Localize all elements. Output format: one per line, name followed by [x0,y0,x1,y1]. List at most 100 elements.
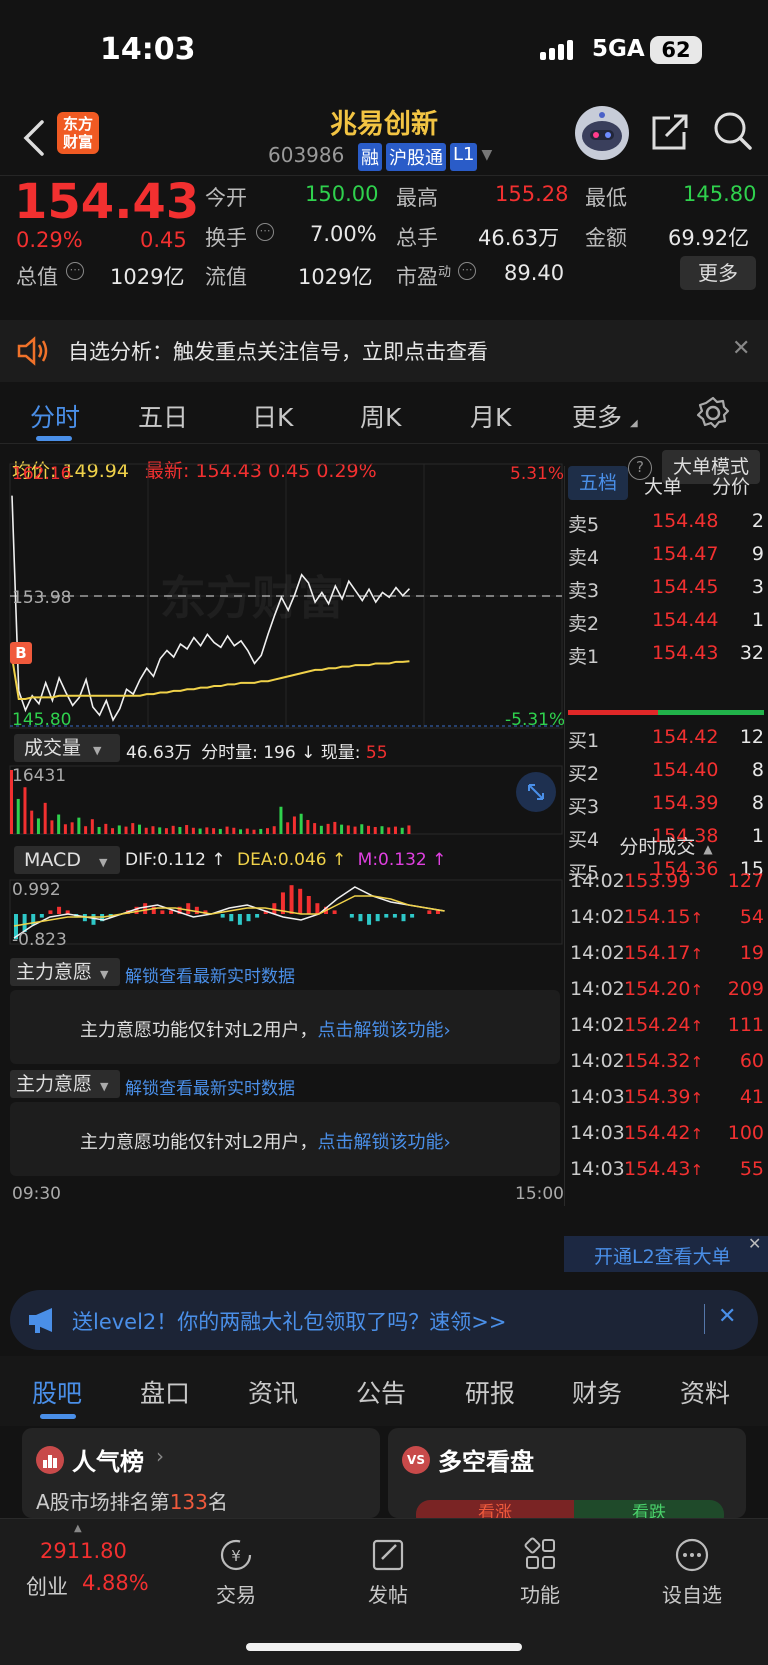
index-name[interactable]: 创业 [26,1571,68,1601]
tab-forum[interactable]: 股吧 [32,1374,82,1410]
trade-row: 14:02 154.20↑ 209 [568,972,764,1008]
trade-price-value: 154.24 [624,1014,691,1036]
trade-time: 14:02 [570,870,625,892]
ask-row[interactable]: 卖1 154.43 32 [568,638,764,671]
macd-indicator-select[interactable]: MACD ▼ [14,846,120,874]
volume-bar [218,828,222,834]
bid-row[interactable]: 买2 154.40 8 [568,755,764,788]
close-icon[interactable]: ✕ [748,1234,761,1253]
post-icon [372,1539,404,1571]
bid-qty: 8 [751,792,764,814]
l2-banner[interactable]: 开通L2查看大单 ✕ [564,1234,768,1272]
macd-bar [349,914,354,918]
unlock-link[interactable]: 解锁查看最新实时数据 [125,1074,295,1099]
share-icon[interactable] [650,112,690,152]
ask-row[interactable]: 卖4 154.47 9 [568,539,764,572]
chevron-down-icon: ▼ [100,1080,109,1093]
trade-qty: 54 [739,906,764,928]
tab-finance[interactable]: 财务 [572,1374,622,1410]
caret-up-icon: ▲ [74,1523,82,1534]
tab-intraday[interactable]: 分时 [30,398,80,434]
volume-bar [63,824,67,834]
index-pct[interactable]: 4.88% [82,1571,149,1595]
nav-functions[interactable]: 功能 [480,1537,600,1608]
ask-label: 卖2 [568,613,600,635]
nav-trade-label: 交易 [216,1583,256,1607]
index-value[interactable]: 2911.80 [40,1539,127,1563]
tab-announcements[interactable]: 公告 [356,1374,406,1410]
float-label: 流值 [205,265,247,289]
tab-five-levels[interactable]: 五档 [568,466,628,500]
close-icon[interactable]: ✕ [718,1304,736,1329]
tab-market[interactable]: 盘口 [140,1374,190,1410]
l2-unlock-link[interactable]: 点击解锁该功能 [317,1020,443,1041]
popularity-card[interactable]: 人气榜 › A股市场排名第133名 [22,1428,380,1518]
info-icon[interactable]: ⋯ [66,262,84,280]
volume-indicator-select[interactable]: 成交量 ▼ [14,734,120,762]
buy-marker[interactable]: B [10,642,32,664]
promo-banner[interactable]: 送level2！你的两融大礼包领取了吗？速领>> ✕ [10,1290,758,1350]
ask-row[interactable]: 卖5 154.48 2 [568,506,764,539]
expand-icon[interactable] [516,772,556,812]
info-icon[interactable]: ⋯ [256,223,274,241]
tab-weekly-k[interactable]: 周K [360,398,401,434]
notice-bar[interactable]: 自选分析：触发重点关注信号，立即点击查看 ✕ [0,320,768,382]
macd-dea-line [13,895,445,927]
main-intent-select[interactable]: 主力意愿 ▼ [10,1070,120,1098]
tab-five-day[interactable]: 五日 [138,398,188,434]
stock-header: 东方 财富 兆易创新 603986 融 沪股通 L1 ▼ [0,100,768,175]
macd-dif: DIF:0.112 [125,850,206,870]
nav-trade[interactable]: ¥ 交易 [176,1537,296,1608]
volume-bar [104,823,108,834]
trades-title-text: 分时成交 [619,836,696,858]
assistant-avatar[interactable] [575,106,629,160]
tab-profile[interactable]: 资料 [680,1374,730,1410]
macd-bar [255,914,260,918]
volume-bar [212,828,216,834]
bull-bear-card[interactable]: VS 多空看盘 看涨 看跌 [388,1428,746,1518]
macd-stats: DIF:0.112 ↑ DEA:0.046 ↑ M:0.132 ↑ [125,850,446,870]
macd-bar [410,914,415,918]
bid-qty: 12 [739,726,764,748]
popularity-desc-suffix: 名 [207,1490,228,1514]
ask-row[interactable]: 卖3 154.45 3 [568,572,764,605]
main-intent-select[interactable]: 主力意愿 ▼ [10,958,120,986]
status-time: 14:03 [100,32,196,67]
volume-max-label: 16431 [12,766,67,786]
bear-button[interactable]: 看跌 [574,1500,724,1518]
l2-unlock-link[interactable]: 点击解锁该功能 [317,1132,443,1153]
volume-bar [151,826,155,834]
tab-monthly-k[interactable]: 月K [470,398,511,434]
bid-row[interactable]: 买1 154.42 12 [568,722,764,755]
tab-daily-k[interactable]: 日K [252,398,293,434]
volume-bar [131,823,135,834]
bid-row[interactable]: 买3 154.39 8 [568,788,764,821]
tab-research[interactable]: 研报 [465,1374,515,1410]
dropdown-icon[interactable]: ▼ [481,143,492,171]
trades-title[interactable]: 分时成交 ▲ [568,832,764,859]
search-icon[interactable] [712,110,754,152]
tab-price-dist[interactable]: 分价 [712,472,750,499]
megaphone-icon [26,1306,60,1334]
more-button[interactable]: 更多 [680,256,756,290]
ask-label: 卖1 [568,646,600,668]
info-icon[interactable]: ⋯ [458,262,476,280]
volume-bar [373,826,377,834]
tab-news[interactable]: 资讯 [248,1374,298,1410]
low-label: 最低 [585,186,627,210]
trade-price: 154.43↑ [624,1158,703,1180]
close-icon[interactable]: ✕ [732,336,750,361]
bull-button[interactable]: 看涨 [416,1500,574,1518]
settings-icon[interactable] [696,396,730,430]
status-bar: 14:03 5GA 62 [0,0,768,100]
unlock-link[interactable]: 解锁查看最新实时数据 [125,962,295,987]
ask-row[interactable]: 卖2 154.44 1 [568,605,764,638]
volume-bar [117,825,121,834]
tab-big-orders[interactable]: 大单 [644,472,682,499]
nav-add-watchlist[interactable]: 设自选 [632,1537,752,1608]
tab-more[interactable]: 更多 [572,398,622,434]
ask-price: 154.45 [652,576,719,598]
ask-label: 卖3 [568,580,600,602]
nav-post[interactable]: 发帖 [328,1537,448,1608]
volume-bar [36,818,40,834]
